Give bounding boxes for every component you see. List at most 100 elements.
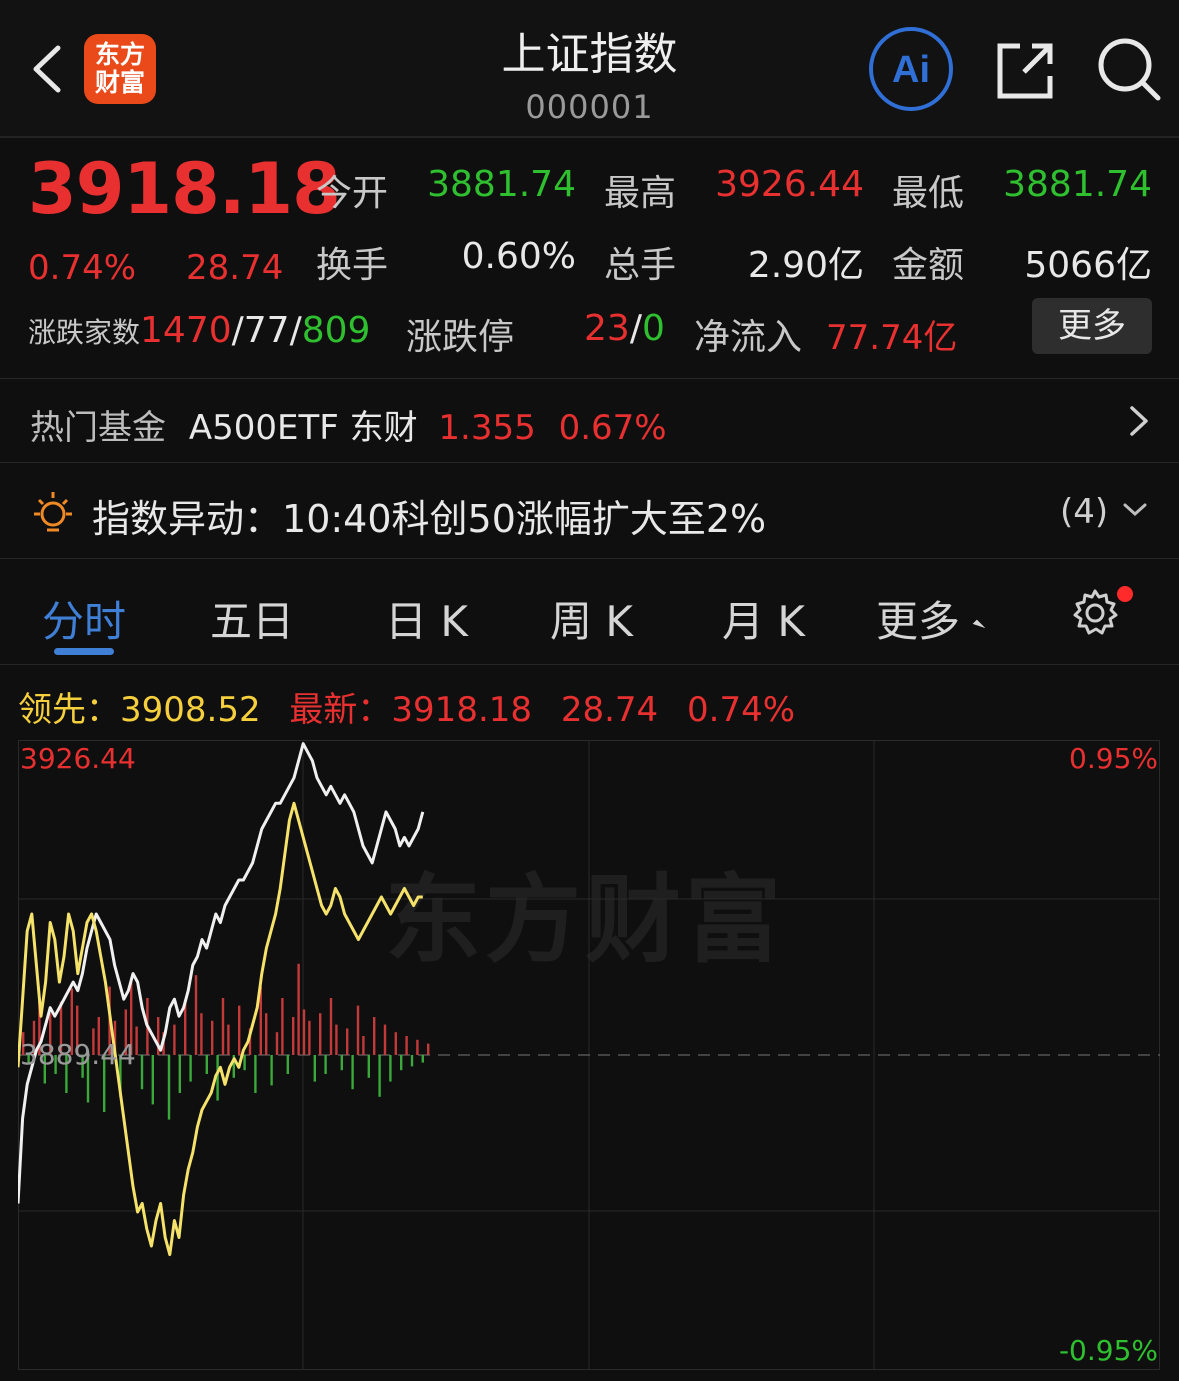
latest-percent: 0.74% bbox=[687, 690, 796, 730]
latest-value: 3918.18 bbox=[391, 690, 533, 730]
pct-bottom-label: -0.95% bbox=[1059, 1334, 1158, 1367]
volume-bar bbox=[200, 1013, 203, 1055]
open-value: 3881.74 bbox=[427, 164, 576, 205]
volume-bar bbox=[184, 1001, 187, 1055]
volume-bar bbox=[254, 1055, 257, 1093]
adv-label: 涨跌家数 bbox=[28, 316, 141, 349]
volume-bar bbox=[281, 998, 284, 1055]
active-tab-indicator bbox=[54, 648, 114, 655]
volume-bar bbox=[405, 1036, 408, 1055]
volume-bar bbox=[151, 1055, 154, 1105]
turnover-label: 换手 bbox=[316, 245, 389, 286]
volume-bar bbox=[378, 1055, 381, 1097]
hot-fund-label: 热门基金 bbox=[30, 408, 166, 448]
change-percent: 0.74% bbox=[28, 248, 137, 288]
hot-fund-price: 1.355 bbox=[438, 408, 536, 448]
inflow-value: 77.74亿 bbox=[826, 318, 958, 358]
volume-bar bbox=[410, 1055, 414, 1067]
volume-bar bbox=[362, 1036, 365, 1055]
volume-bar bbox=[243, 1055, 246, 1071]
chart-grid bbox=[18, 740, 1160, 1370]
volume-bar bbox=[335, 1024, 338, 1055]
search-icon[interactable] bbox=[1096, 36, 1162, 102]
volume-bar bbox=[389, 1055, 392, 1082]
alert-bulb-icon bbox=[34, 492, 72, 532]
chevron-down-icon[interactable] bbox=[1122, 500, 1148, 520]
advance-decline-row: 涨跌家数1470/77/809 bbox=[28, 310, 371, 351]
chart-info-line: 领先：3908.52 最新：3918.18 28.74 0.74% bbox=[18, 682, 795, 731]
volume-value: 2.90亿 bbox=[747, 245, 864, 286]
hot-fund-row[interactable]: 热门基金 A500ETF 东财 1.355 0.67% bbox=[30, 400, 667, 449]
divider bbox=[0, 462, 1179, 463]
more-quote-button[interactable]: 更多 bbox=[1032, 298, 1152, 354]
chevron-right-icon[interactable] bbox=[1126, 404, 1152, 438]
index-alert-row[interactable]: 指数异动：10:40科创50涨幅扩大至2% bbox=[92, 488, 766, 543]
hot-fund-name: A500ETF 东财 bbox=[188, 408, 418, 448]
volume-bar bbox=[427, 1043, 430, 1055]
volume-bar bbox=[308, 1020, 311, 1055]
price-lines bbox=[18, 742, 425, 1257]
hot-fund-pct: 0.67% bbox=[558, 408, 667, 448]
change-amount: 28.74 bbox=[186, 248, 284, 288]
volume-bar bbox=[227, 1024, 230, 1055]
y-top-label: 3926.44 bbox=[20, 742, 136, 775]
divider bbox=[0, 378, 1179, 379]
tab-daily-k[interactable]: 日 K bbox=[385, 588, 468, 649]
volume-bar bbox=[383, 1024, 387, 1055]
latest-label: 最新： bbox=[289, 690, 392, 730]
volume-bar bbox=[270, 1055, 273, 1086]
tab-monthly-k[interactable]: 月 K bbox=[722, 588, 805, 649]
tab-intraday[interactable]: 分时 bbox=[42, 588, 126, 649]
volume-bar bbox=[211, 1020, 214, 1055]
adv-flat: 77 bbox=[243, 310, 290, 351]
volume-bar bbox=[346, 1028, 349, 1055]
amount-label: 金额 bbox=[892, 245, 965, 286]
limit-up: 23 bbox=[584, 308, 630, 349]
volume-bar bbox=[367, 1055, 370, 1078]
adv-down: 809 bbox=[301, 310, 371, 351]
volume-bar bbox=[394, 1032, 397, 1055]
volume-bar bbox=[329, 998, 333, 1055]
volume-bar bbox=[373, 1017, 376, 1055]
volume-bar bbox=[275, 1032, 279, 1055]
turnover-value: 0.60% bbox=[461, 236, 576, 277]
lead-value: 3908.52 bbox=[120, 690, 261, 730]
lead-line bbox=[18, 801, 423, 1257]
volume-bar bbox=[205, 1055, 208, 1074]
volume-bar bbox=[340, 1055, 343, 1071]
tab-more[interactable]: 更多 bbox=[876, 588, 960, 649]
volume-bar bbox=[221, 998, 225, 1055]
volume-bar bbox=[297, 963, 300, 1055]
volume-bar bbox=[351, 1055, 354, 1090]
alert-text: 10:40科创50涨幅扩大至2% bbox=[282, 497, 767, 541]
share-icon[interactable] bbox=[994, 40, 1056, 102]
high-label: 最高 bbox=[604, 173, 677, 214]
ai-button[interactable]: Ai bbox=[868, 26, 954, 112]
volume-label: 总手 bbox=[604, 245, 677, 286]
intraday-chart[interactable]: 3926.44 3889.44 0.95% -0.95% bbox=[18, 740, 1160, 1370]
y-mid-label: 3889.44 bbox=[20, 1038, 136, 1071]
volume-bar bbox=[189, 1055, 192, 1082]
pct-top-label: 0.95% bbox=[1069, 742, 1158, 775]
lead-label: 领先： bbox=[18, 690, 120, 730]
alert-label: 指数异动： bbox=[92, 497, 283, 541]
volume-bar bbox=[416, 1039, 419, 1055]
volume-bar bbox=[167, 1055, 171, 1120]
gear-icon[interactable] bbox=[1070, 588, 1120, 638]
inflow-label: 净流入 bbox=[694, 317, 803, 358]
volume-bar bbox=[178, 1055, 181, 1093]
latest-change: 28.74 bbox=[560, 690, 659, 730]
adv-up: 1470 bbox=[140, 310, 232, 351]
open-label: 今开 bbox=[316, 173, 389, 214]
divider bbox=[0, 558, 1179, 559]
volume-bar bbox=[319, 1013, 322, 1055]
volume-bar bbox=[173, 1024, 176, 1055]
volume-bar bbox=[140, 1055, 144, 1090]
volume-bar bbox=[421, 1055, 424, 1063]
notification-dot bbox=[1117, 586, 1133, 602]
tab-five-day[interactable]: 五日 bbox=[210, 588, 294, 649]
volume-bar bbox=[324, 1055, 327, 1074]
low-value: 3881.74 bbox=[1003, 164, 1152, 205]
volume-bar bbox=[238, 1005, 241, 1055]
tab-weekly-k[interactable]: 周 K bbox=[550, 588, 633, 649]
